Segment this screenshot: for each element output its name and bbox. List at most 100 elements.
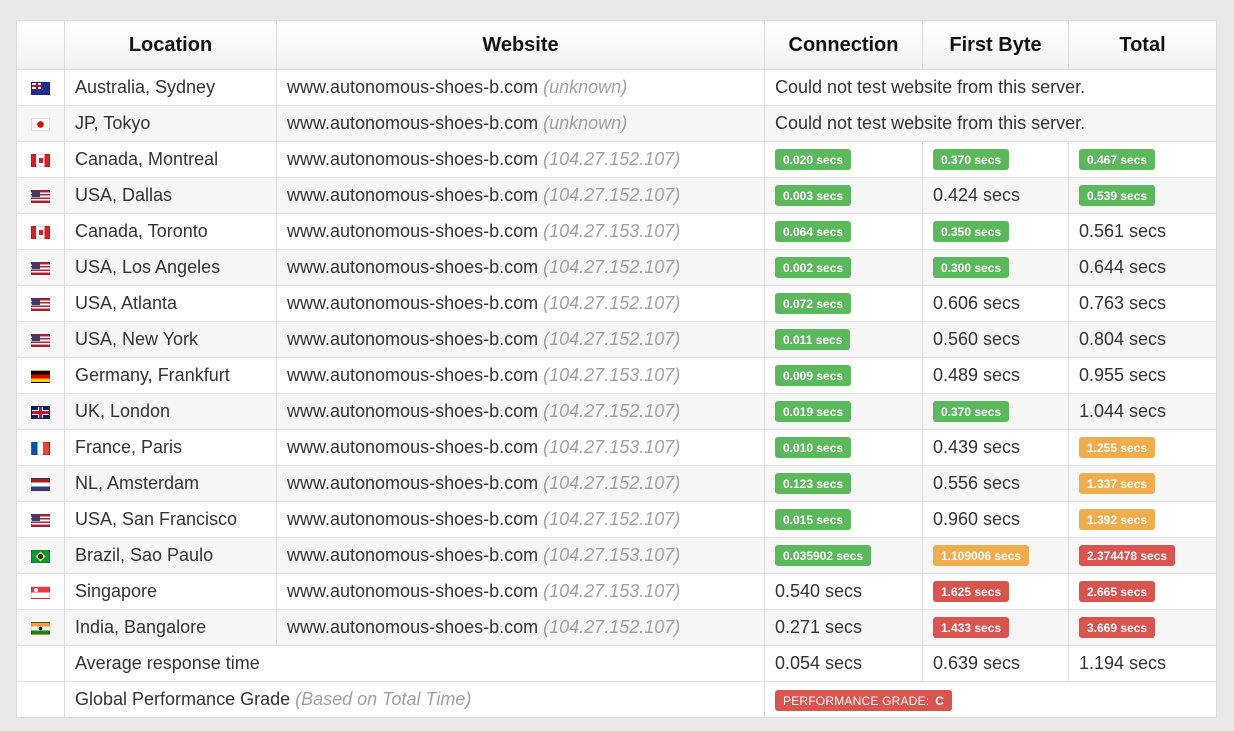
website-url: www.autonomous-shoes-b.com: [287, 293, 539, 313]
first-byte-time-badge: 0.300 secs: [933, 257, 1010, 279]
first-byte-time-badge: 0.370 secs: [933, 149, 1010, 171]
nl-flag-icon: [31, 477, 50, 491]
grade-flag-cell: [16, 681, 65, 718]
website-url: www.autonomous-shoes-b.com: [287, 401, 539, 421]
fr-flag-icon: [31, 441, 50, 455]
first-byte-time-cell: 0.370 secs: [922, 393, 1069, 430]
website-cell: www.autonomous-shoes-b.com (104.27.152.1…: [276, 249, 765, 286]
table-row: France, Paris www.autonomous-shoes-b.com …: [16, 429, 1217, 466]
first-byte-time-cell: 0.560 secs: [922, 321, 1069, 358]
website-url: www.autonomous-shoes-b.com: [287, 257, 539, 277]
location-cell: USA, San Francisco: [64, 501, 277, 538]
total-column-header: Total: [1068, 20, 1217, 70]
error-message: Could not test website from this server.: [764, 105, 1217, 142]
website-cell: www.autonomous-shoes-b.com (104.27.153.1…: [276, 429, 765, 466]
ip-address: (104.27.153.107): [543, 365, 681, 385]
grade-badge-value: C: [935, 693, 945, 708]
total-time-badge: 0.539 secs: [1079, 185, 1156, 207]
total-time-cell: 2.665 secs: [1068, 573, 1217, 610]
table-row: USA, San Francisco www.autonomous-shoes-b…: [16, 501, 1217, 538]
connection-time-cell: 0.009 secs: [764, 357, 923, 394]
total-time-cell: 0.539 secs: [1068, 177, 1217, 214]
ca-flag-icon: [31, 225, 50, 239]
sg-flag-icon: [31, 585, 50, 599]
location-cell: USA, Atlanta: [64, 285, 277, 322]
flag-cell: [16, 285, 65, 322]
us-flag-icon: [31, 189, 50, 203]
connection-time-badge: 0.015 secs: [775, 509, 852, 531]
grade-label: Global Performance Grade: [75, 689, 291, 709]
us-flag-icon: [31, 261, 50, 275]
location-cell: Canada, Toronto: [64, 213, 277, 250]
location-cell: India, Bangalore: [64, 609, 277, 646]
grade-badge-cell: PERFORMANCE GRADE: C: [764, 681, 1217, 718]
table-row: Canada, Toronto www.autonomous-shoes-b.co…: [16, 213, 1217, 250]
average-flag-cell: [16, 645, 65, 682]
first-byte-time-cell: 1.109006 secs: [922, 537, 1069, 574]
total-time-badge: 3.669 secs: [1079, 617, 1156, 639]
grade-note: (Based on Total Time): [295, 689, 472, 709]
first-byte-time-badge: 1.109006 secs: [933, 545, 1030, 567]
website-column-header: Website: [276, 20, 765, 70]
flag-cell: [16, 357, 65, 394]
table-row: Germany, Frankfurt www.autonomous-shoes-b…: [16, 357, 1217, 394]
connection-time-badge: 0.019 secs: [775, 401, 852, 423]
total-time-cell: 2.374478 secs: [1068, 537, 1217, 574]
first-byte-time-cell: 0.350 secs: [922, 213, 1069, 250]
flag-cell: [16, 429, 65, 466]
total-time-cell: 0.955 secs: [1068, 357, 1217, 394]
flag-cell: [16, 501, 65, 538]
connection-time-cell: 0.072 secs: [764, 285, 923, 322]
first-byte-time-cell: 0.960 secs: [922, 501, 1069, 538]
location-cell: Australia, Sydney: [64, 69, 277, 106]
first-byte-time-cell: 0.424 secs: [922, 177, 1069, 214]
connection-time-badge: 0.011 secs: [775, 329, 851, 351]
table-row: USA, Los Angeles www.autonomous-shoes-b.c…: [16, 249, 1217, 286]
average-total: 1.194 secs: [1068, 645, 1217, 682]
location-cell: NL, Amsterdam: [64, 465, 277, 502]
website-cell: www.autonomous-shoes-b.com (104.27.153.1…: [276, 357, 765, 394]
total-time-cell: 1.392 secs: [1068, 501, 1217, 538]
website-url: www.autonomous-shoes-b.com: [287, 185, 539, 205]
first-byte-time-cell: 0.556 secs: [922, 465, 1069, 502]
flag-cell: [16, 465, 65, 502]
table-row: JP, Tokyo www.autonomous-shoes-b.com (unk…: [16, 105, 1217, 142]
ip-address: (104.27.152.107): [543, 401, 681, 421]
table-row: UK, London www.autonomous-shoes-b.com (10…: [16, 393, 1217, 430]
br-flag-icon: [31, 549, 50, 563]
connection-time-cell: 0.015 secs: [764, 501, 923, 538]
de-flag-icon: [31, 369, 50, 383]
website-url: www.autonomous-shoes-b.com: [287, 221, 539, 241]
website-cell: www.autonomous-shoes-b.com (104.27.152.1…: [276, 465, 765, 502]
flag-cell: [16, 537, 65, 574]
website-cell: www.autonomous-shoes-b.com (104.27.152.1…: [276, 609, 765, 646]
table-row: USA, Dallas www.autonomous-shoes-b.com (1…: [16, 177, 1217, 214]
jp-flag-icon: [31, 117, 50, 131]
website-cell: www.autonomous-shoes-b.com (104.27.152.1…: [276, 285, 765, 322]
website-cell: www.autonomous-shoes-b.com (104.27.152.1…: [276, 321, 765, 358]
ip-address: (104.27.152.107): [543, 509, 681, 529]
connection-time-badge: 0.035902 secs: [775, 545, 872, 567]
website-cell: www.autonomous-shoes-b.com (104.27.152.1…: [276, 501, 765, 538]
table-row: USA, New York www.autonomous-shoes-b.com …: [16, 321, 1217, 358]
location-cell: Germany, Frankfurt: [64, 357, 277, 394]
ip-address: (104.27.152.107): [543, 329, 681, 349]
first-byte-time-badge: 0.350 secs: [933, 221, 1010, 243]
average-row: Average response time 0.054 secs 0.639 s…: [16, 645, 1217, 682]
total-time-badge: 0.467 secs: [1079, 149, 1156, 171]
table-row: USA, Atlanta www.autonomous-shoes-b.com (…: [16, 285, 1217, 322]
first-byte-time-cell: 0.439 secs: [922, 429, 1069, 466]
grade-label-cell: Global Performance Grade (Based on Total…: [64, 681, 765, 718]
first-byte-time-cell: 1.433 secs: [922, 609, 1069, 646]
location-cell: JP, Tokyo: [64, 105, 277, 142]
location-cell: Canada, Montreal: [64, 141, 277, 178]
website-cell: www.autonomous-shoes-b.com (104.27.152.1…: [276, 393, 765, 430]
error-message: Could not test website from this server.: [764, 69, 1217, 106]
total-time-cell: 1.044 secs: [1068, 393, 1217, 430]
first-byte-time-cell: 0.489 secs: [922, 357, 1069, 394]
location-cell: USA, Los Angeles: [64, 249, 277, 286]
table-header-row: Location Website Connection First Byte T…: [16, 20, 1217, 70]
website-url: www.autonomous-shoes-b.com: [287, 581, 539, 601]
flag-cell: [16, 105, 65, 142]
au-flag-icon: [31, 81, 50, 95]
